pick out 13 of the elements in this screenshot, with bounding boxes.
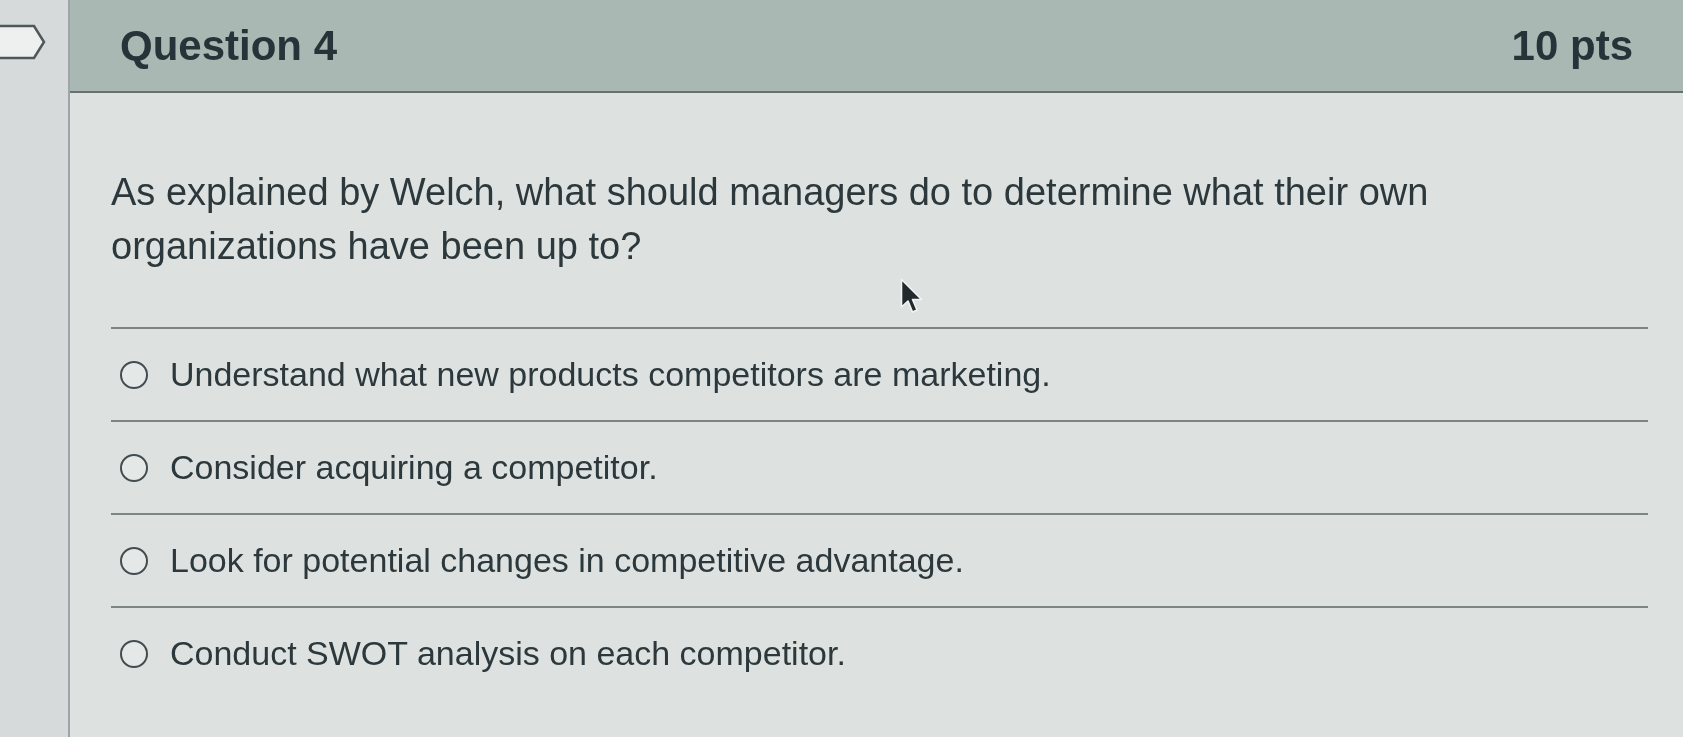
question-title: Question 4 <box>120 21 338 70</box>
answer-option[interactable]: Look for potential changes in competitive advantage. <box>170 541 964 580</box>
radio-button[interactable] <box>120 639 148 668</box>
bookmark-flag-icon[interactable] <box>0 24 46 60</box>
answer-option[interactable]: Understand what new products competitors are marketing. <box>170 355 1051 394</box>
question-text: As explained by Welch, what should managers do to determine what their own organizations have been up to? <box>111 170 1430 269</box>
cursor-icon <box>900 278 924 314</box>
radio-button[interactable] <box>120 453 148 482</box>
points-label: 10 pts <box>1511 21 1633 70</box>
answer-option[interactable]: Consider acquiring a competitor. <box>170 448 658 487</box>
radio-button[interactable] <box>120 360 148 389</box>
radio-button[interactable] <box>120 546 148 575</box>
answer-option[interactable]: Conduct SWOT analysis on each competitor. <box>170 634 846 673</box>
